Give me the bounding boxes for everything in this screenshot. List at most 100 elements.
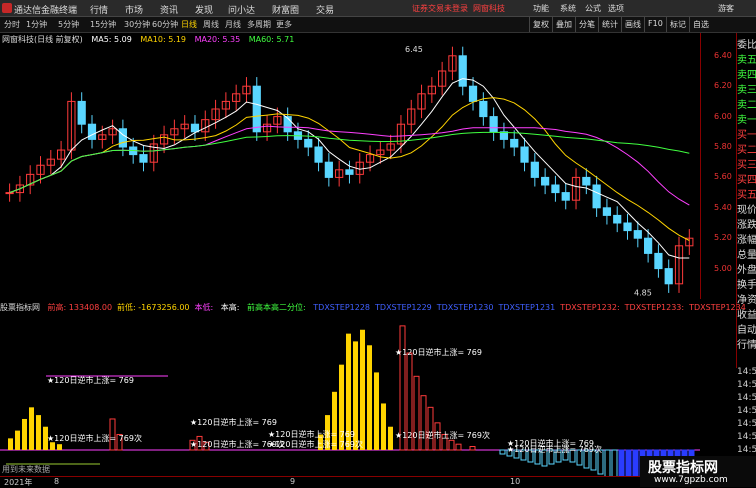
candle-body — [87, 123, 97, 140]
watchlist-button[interactable]: 自选 — [689, 17, 712, 32]
side-item: 涨跌 — [737, 220, 756, 231]
f10-button[interactable]: F10 — [644, 17, 666, 32]
period-60min[interactable]: 60分钟 — [152, 19, 178, 30]
indicator-bar — [15, 430, 20, 450]
indicator-bar — [8, 438, 13, 450]
candle-body — [520, 146, 529, 163]
indicator-bar — [360, 329, 365, 450]
candle-body — [561, 192, 570, 201]
menu-quotes[interactable]: 行情 — [90, 3, 108, 16]
candle-body — [613, 214, 622, 224]
candle-body — [304, 138, 313, 148]
adjust-button[interactable]: 复权 — [529, 17, 552, 32]
menu-guest[interactable]: 游客 — [718, 3, 734, 14]
menu-function[interactable]: 功能 — [533, 3, 549, 14]
candle-body — [654, 252, 663, 270]
menu-wealth[interactable]: 财富圈 — [272, 3, 299, 16]
candle-body — [77, 100, 86, 125]
period-5min[interactable]: 5分钟 — [58, 19, 79, 30]
title-bar: 通达信金融终端 行情 市场 资讯 发现 问小达 财富圈 交易 证券交易未登录 网… — [0, 0, 756, 17]
side-item: 自动 — [737, 325, 756, 336]
period-monthly[interactable]: 月线 — [225, 19, 241, 30]
overlay-button[interactable]: 叠加 — [552, 17, 575, 32]
period-daily[interactable]: 日线 — [181, 19, 197, 30]
side-item: 行情 — [737, 340, 756, 351]
indicator-field: 本低: — [194, 303, 216, 312]
price-tick: 5.20 — [714, 233, 732, 243]
menu-system[interactable]: 系统 — [560, 3, 576, 14]
draw-button[interactable]: 画线 — [621, 17, 644, 32]
side-item: 卖五 — [737, 55, 756, 66]
indicator-field: TDXSTEP1229 — [375, 303, 432, 312]
period-intraday[interactable]: 分时 — [4, 19, 20, 30]
side-item: 买三 — [737, 160, 756, 171]
side-item: 卖四 — [737, 70, 756, 81]
login-warning[interactable]: 证券交易未登录 — [412, 3, 468, 14]
menu-formula[interactable]: 公式 — [585, 3, 601, 14]
indicator-name: 股票指标网 — [0, 303, 40, 312]
indicator-field: 前高: 133408.00 — [47, 303, 113, 312]
candlestick-chart[interactable]: 6.45 4.85 — [0, 33, 700, 299]
indicator-annotation: ★120日逆市上涨= 769次 — [395, 430, 490, 440]
date-month-9: 9 — [290, 477, 296, 486]
future-data-note: 用到未来数据 — [2, 464, 50, 474]
indicator-bar — [22, 418, 27, 450]
indicator-field: TDXSTEP1228 — [313, 303, 371, 312]
candle-body — [324, 161, 333, 178]
candle-body — [283, 116, 292, 133]
menu-discover[interactable]: 发现 — [195, 3, 213, 16]
indicator-field: 本高: — [220, 303, 243, 312]
date-year: 2021年 — [4, 478, 33, 487]
date-month-10: 10 — [510, 477, 521, 486]
side-item: 买五 — [737, 190, 756, 201]
indicator-bar — [50, 442, 55, 450]
candle-body — [314, 146, 323, 163]
candle-body — [479, 100, 488, 118]
candle-body — [541, 176, 550, 186]
candle-body — [510, 138, 519, 148]
price-tick: 6.00 — [714, 111, 732, 121]
indicator-field: TDXSTEP1233: — [624, 303, 685, 312]
side-time: 14:52 — [737, 406, 756, 416]
candle-body — [633, 230, 642, 239]
side-item: 买四 — [737, 175, 756, 186]
indicator-annotation: ★120日逆市上涨= 769次 — [47, 433, 142, 443]
period-30min[interactable]: 30分钟 — [124, 19, 150, 30]
period-1min[interactable]: 1分钟 — [26, 19, 47, 30]
side-item: 买一 — [737, 130, 756, 141]
indicator-bar — [374, 372, 379, 450]
side-item: 卖一 — [737, 115, 756, 126]
indicator-bar-neg — [611, 449, 618, 476]
menu-options[interactable]: 选项 — [608, 3, 624, 14]
watermark: 股票指标网 www.7gpzb.com — [640, 456, 756, 487]
period-more[interactable]: 更多 — [276, 19, 292, 30]
period-multi[interactable]: 多周期 — [247, 19, 271, 30]
app-logo-icon — [2, 3, 12, 13]
watermark-title: 股票指标网 — [648, 460, 718, 476]
menu-news[interactable]: 资讯 — [160, 3, 178, 16]
candle-body — [551, 184, 560, 194]
stats-button[interactable]: 统计 — [598, 17, 621, 32]
side-item: 总量 — [737, 250, 756, 261]
tick-button[interactable]: 分笔 — [575, 17, 598, 32]
indicator-bar — [36, 415, 41, 450]
indicator-bar-neg — [625, 449, 632, 476]
indicator-bar-red — [455, 443, 462, 451]
period-weekly[interactable]: 周线 — [203, 19, 219, 30]
date-axis — [0, 476, 700, 487]
menu-market[interactable]: 市场 — [125, 3, 143, 16]
period-15min[interactable]: 15分钟 — [90, 19, 116, 30]
candle-body — [468, 85, 478, 102]
side-time: 14:51 — [737, 393, 756, 403]
candle-body — [5, 192, 14, 195]
menu-ask[interactable]: 问小达 — [228, 3, 255, 16]
price-tick: 6.40 — [714, 50, 732, 60]
indicator-field: TDXSTEP1232: — [560, 303, 620, 312]
indicator-chart[interactable]: 300002000010000★120日逆市上涨= 769★120日逆市上涨= … — [0, 316, 700, 476]
side-time: 14:54 — [737, 432, 756, 442]
price-tick: 6.20 — [714, 81, 732, 91]
side-item: 换手 — [737, 280, 756, 291]
side-item: 委比 — [737, 40, 756, 51]
mark-button[interactable]: 标记 — [666, 17, 689, 32]
menu-trade[interactable]: 交易 — [316, 3, 334, 16]
